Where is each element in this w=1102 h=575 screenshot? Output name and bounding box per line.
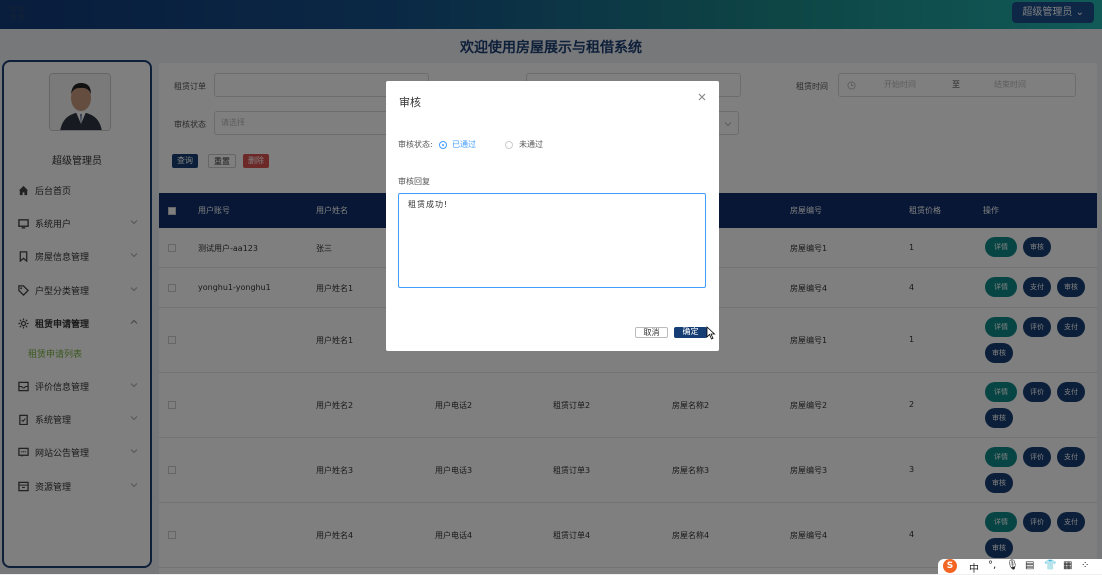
skin-icon[interactable]: 👕 bbox=[1044, 560, 1056, 571]
radio-rejected[interactable] bbox=[505, 141, 513, 149]
close-icon[interactable] bbox=[697, 92, 707, 102]
reply-label: 审核回复 bbox=[398, 177, 430, 186]
microphone-icon[interactable]: 🎙 bbox=[1006, 560, 1019, 571]
audit-dialog: 审核 审核状态: 已通过 未通过 审核回复 租赁成功! 取消 确定 bbox=[386, 81, 719, 351]
radio-approved[interactable] bbox=[439, 141, 447, 149]
more-grid-icon[interactable]: ⁘ bbox=[1081, 560, 1089, 571]
mouse-cursor-icon bbox=[706, 326, 716, 340]
toolbox-icon[interactable]: ▦ bbox=[1063, 560, 1072, 571]
audit-status-label: 审核状态: bbox=[398, 140, 433, 149]
punctuation-icon[interactable]: °, bbox=[988, 560, 996, 571]
reply-textarea[interactable]: 租赁成功! bbox=[398, 193, 706, 288]
radio-approved-label[interactable]: 已通过 bbox=[452, 139, 476, 150]
ime-toolbar: S 中 °, 🎙 ▤ 👕 ▦ ⁘ bbox=[938, 559, 1102, 575]
dialog-title: 审核 bbox=[399, 96, 421, 109]
keyboard-icon[interactable]: ▤ bbox=[1025, 560, 1034, 571]
radio-rejected-label[interactable]: 未通过 bbox=[519, 139, 543, 150]
sogou-logo-icon[interactable]: S bbox=[943, 559, 957, 573]
confirm-button[interactable]: 确定 bbox=[674, 327, 707, 338]
cancel-button[interactable]: 取消 bbox=[635, 327, 668, 338]
ime-language-toggle[interactable]: 中 bbox=[969, 560, 979, 575]
